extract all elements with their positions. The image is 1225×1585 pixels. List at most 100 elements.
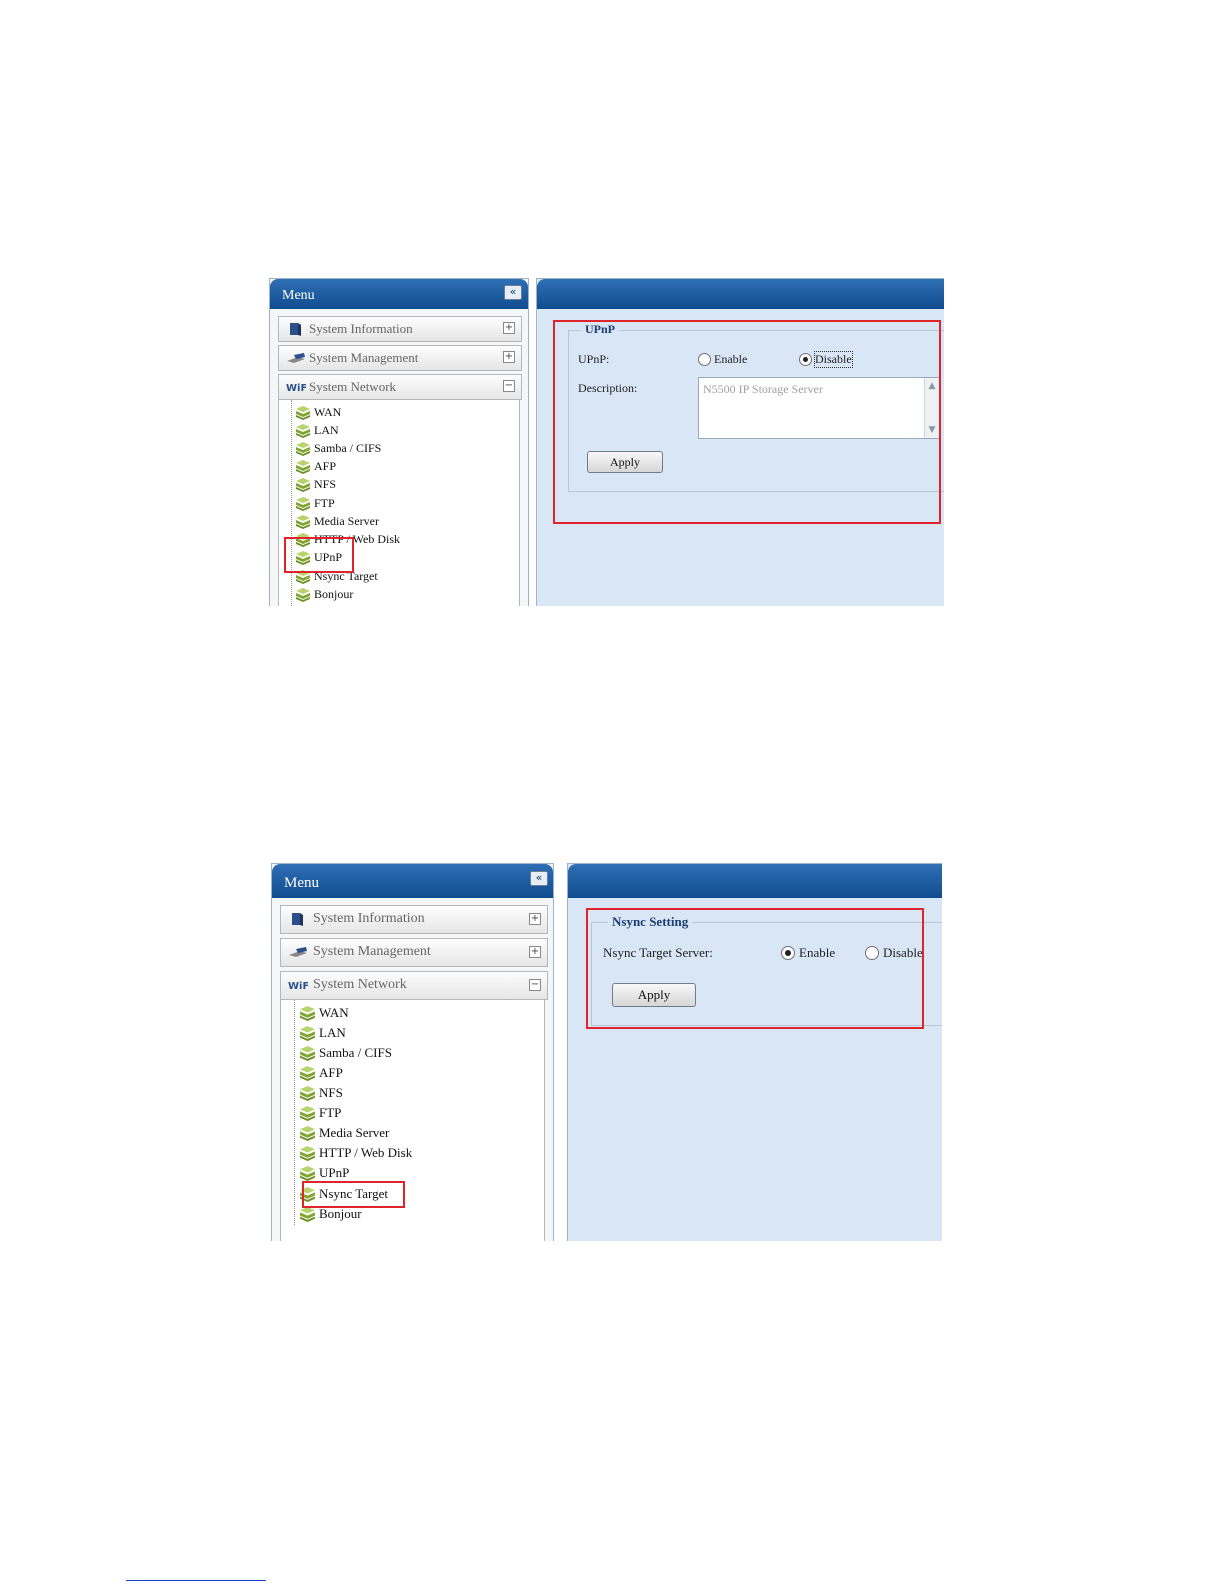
section-system-network[interactable]: WiFi System Network − xyxy=(280,971,548,1000)
tree-item-lan[interactable]: LAN xyxy=(299,1025,429,1042)
fieldset-legend: UPnP xyxy=(581,322,619,337)
tree-item-http-web-disk[interactable]: HTTP / Web Disk xyxy=(295,532,435,547)
tree-item-label: Samba / CIFS xyxy=(314,441,382,455)
cube-icon xyxy=(296,588,310,602)
apply-button[interactable]: Apply xyxy=(612,983,696,1007)
tree-item-media-server[interactable]: Media Server xyxy=(295,514,415,529)
textarea-scrollbar[interactable]: ▲ ▼ xyxy=(924,378,939,438)
section-system-management[interactable]: System Management + xyxy=(280,938,548,967)
tree-item-nfs[interactable]: NFS xyxy=(299,1085,429,1102)
cube-icon xyxy=(300,1066,315,1081)
network-icon: WiFi xyxy=(288,981,308,992)
tree-item-lan[interactable]: LAN xyxy=(295,423,415,438)
section-system-information[interactable]: System Information + xyxy=(280,905,548,934)
network-tree: WAN LAN Samba / CIFS AFP NFS FTP Media S… xyxy=(278,400,520,606)
upnp-disable-radio[interactable] xyxy=(799,353,812,366)
tree-item-upnp[interactable]: UPnP xyxy=(299,1165,429,1182)
tree-item-upnp[interactable]: UPnP xyxy=(295,550,415,565)
nsync-disable-label[interactable]: Disable xyxy=(883,945,923,961)
section-label: System Network xyxy=(313,977,407,992)
tree-item-label: Media Server xyxy=(319,1125,390,1140)
tree-item-samba-cifs[interactable]: Samba / CIFS xyxy=(295,441,415,456)
double-chevron-left-icon[interactable]: « xyxy=(530,871,548,886)
expand-icon[interactable]: + xyxy=(529,913,541,925)
cube-icon xyxy=(296,551,310,565)
info-book-icon xyxy=(290,323,301,336)
fieldset-legend: Nsync Setting xyxy=(608,914,693,930)
menu-title: Menu xyxy=(284,875,319,891)
tree-item-label: NFS xyxy=(314,477,337,491)
description-textarea[interactable]: N5500 IP Storage Server ▲ ▼ xyxy=(698,377,940,439)
collapse-icon[interactable]: − xyxy=(503,380,515,392)
tree-item-label: Media Server xyxy=(314,514,379,528)
section-system-network[interactable]: WiFi System Network − xyxy=(278,374,522,400)
scroll-down-icon[interactable]: ▼ xyxy=(926,424,938,436)
menu-header: Menu « xyxy=(270,279,528,309)
tree-item-label: Bonjour xyxy=(319,1206,362,1221)
tree-item-media-server[interactable]: Media Server xyxy=(299,1125,429,1142)
tree-item-bonjour[interactable]: Bonjour xyxy=(299,1206,429,1223)
tree-item-http-web-disk[interactable]: HTTP / Web Disk xyxy=(299,1145,449,1162)
upnp-disable-label[interactable]: Disable xyxy=(814,351,853,368)
content-panel: UPnP UPnP: Enable Disable Description: N… xyxy=(536,278,944,606)
tree-item-wan[interactable]: WAN xyxy=(295,405,415,420)
tree-item-ftp[interactable]: FTP xyxy=(295,496,415,511)
cube-icon xyxy=(300,1046,315,1061)
cube-icon xyxy=(296,515,310,529)
cube-icon xyxy=(300,1006,315,1021)
cube-icon xyxy=(300,1207,315,1222)
cube-icon xyxy=(296,497,310,511)
content-panel: Nsync Setting Nsync Target Server: Enabl… xyxy=(567,863,942,1241)
content-header xyxy=(568,864,942,898)
tree-item-label: Nsync Target xyxy=(319,1186,389,1201)
tree-item-bonjour[interactable]: Bonjour xyxy=(295,587,415,602)
collapse-icon[interactable]: − xyxy=(529,979,541,991)
cube-icon xyxy=(296,533,310,547)
apply-button[interactable]: Apply xyxy=(587,451,663,473)
cube-icon xyxy=(300,1086,315,1101)
network-tree: WAN LAN Samba / CIFS AFP NFS FTP Media S… xyxy=(280,1000,545,1241)
tree-item-nsync-target[interactable]: Nsync Target xyxy=(295,569,415,584)
cube-icon xyxy=(296,570,310,584)
expand-icon[interactable]: + xyxy=(503,351,515,363)
section-system-information[interactable]: System Information + xyxy=(278,316,522,342)
tree-item-afp[interactable]: AFP xyxy=(299,1065,429,1082)
tree-item-nsync-target[interactable]: Nsync Target xyxy=(299,1186,429,1203)
double-chevron-left-icon[interactable]: « xyxy=(504,285,522,300)
nsync-enable-radio[interactable] xyxy=(781,946,795,960)
cube-icon xyxy=(296,406,310,420)
cube-icon xyxy=(296,460,310,474)
tree-item-label: HTTP / Web Disk xyxy=(319,1145,413,1160)
cube-icon xyxy=(296,442,310,456)
upnp-label: UPnP: xyxy=(578,352,610,366)
cube-icon xyxy=(296,424,310,438)
expand-icon[interactable]: + xyxy=(503,322,515,334)
section-label: System Information xyxy=(313,911,425,926)
tree-item-label: AFP xyxy=(314,459,337,473)
tree-item-ftp[interactable]: FTP xyxy=(299,1105,429,1122)
section-label: System Network xyxy=(309,379,397,394)
cube-icon xyxy=(300,1187,315,1202)
nsync-target-server-label: Nsync Target Server: xyxy=(603,945,713,960)
nsync-enable-label[interactable]: Enable xyxy=(799,945,835,961)
section-label: System Management xyxy=(313,944,431,959)
upnp-enable-radio[interactable] xyxy=(698,353,711,366)
tree-item-label: LAN xyxy=(319,1025,346,1040)
tree-item-nfs[interactable]: NFS xyxy=(295,477,415,492)
svg-text:WiFi: WiFi xyxy=(286,383,306,394)
upnp-enable-label[interactable]: Enable xyxy=(714,352,747,367)
tree-item-afp[interactable]: AFP xyxy=(295,459,415,474)
tree-item-label: Samba / CIFS xyxy=(319,1045,392,1060)
tree-item-wan[interactable]: WAN xyxy=(299,1005,429,1022)
expand-icon[interactable]: + xyxy=(529,946,541,958)
tree-item-label: FTP xyxy=(314,496,335,510)
cube-icon xyxy=(300,1026,315,1041)
screenshot-nsync: Menu « System Information + System Manag… xyxy=(270,861,942,1241)
section-system-management[interactable]: System Management + xyxy=(278,345,522,371)
scroll-up-icon[interactable]: ▲ xyxy=(926,380,938,392)
menu-panel: Menu « System Information + System Manag… xyxy=(271,863,554,1241)
tree-item-samba-cifs[interactable]: Samba / CIFS xyxy=(299,1045,429,1062)
menu-header: Menu « xyxy=(272,864,553,898)
description-label: Description: xyxy=(578,381,638,395)
nsync-disable-radio[interactable] xyxy=(865,946,879,960)
